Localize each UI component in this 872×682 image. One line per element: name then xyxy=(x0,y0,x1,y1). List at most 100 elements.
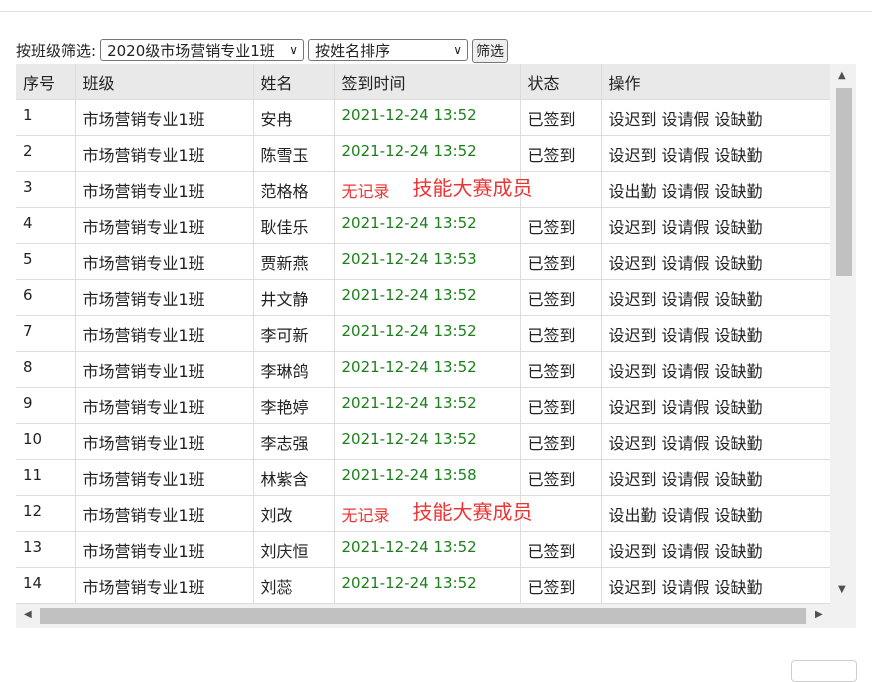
row-class: 市场营销专业1班 xyxy=(75,495,254,532)
action-set-primary[interactable]: 设迟到 xyxy=(609,470,657,489)
action-set-leave[interactable]: 设请假 xyxy=(662,182,710,201)
row-status: 已签到 xyxy=(520,387,602,424)
action-set-leave[interactable]: 设请假 xyxy=(662,110,710,129)
table-row: 6 市场营销专业1班 井文静 2021-12-24 13:52 已签到 设迟到 设请假 设缺勤 xyxy=(16,279,830,316)
row-status: 已签到 xyxy=(520,567,602,604)
action-set-absent[interactable]: 设缺勤 xyxy=(715,290,763,309)
action-set-primary[interactable]: 设迟到 xyxy=(609,290,657,309)
row-status: 已签到 xyxy=(520,315,602,352)
table-header-row: 序号 班级 姓名 签到时间 状态 操作 xyxy=(16,64,830,100)
table-row: 14 市场营销专业1班 刘蕊 2021-12-24 13:52 已签到 设迟到 设请假 设缺勤 xyxy=(16,567,830,604)
action-set-primary[interactable]: 设迟到 xyxy=(609,578,657,597)
action-set-absent[interactable]: 设缺勤 xyxy=(715,254,763,273)
action-set-leave[interactable]: 设请假 xyxy=(662,470,710,489)
scroll-right-arrow-icon[interactable]: ▶ xyxy=(815,609,823,620)
action-set-leave[interactable]: 设请假 xyxy=(662,326,710,345)
action-set-primary[interactable]: 设迟到 xyxy=(609,110,657,129)
row-status: 已签到 xyxy=(520,207,602,244)
action-set-absent[interactable]: 设缺勤 xyxy=(715,506,763,525)
action-set-primary[interactable]: 设迟到 xyxy=(609,146,657,165)
action-set-leave[interactable]: 设请假 xyxy=(662,542,710,561)
header-status: 状态 xyxy=(520,64,602,100)
action-set-leave[interactable]: 设请假 xyxy=(662,290,710,309)
row-class: 市场营销专业1班 xyxy=(75,351,254,388)
action-set-leave[interactable]: 设请假 xyxy=(662,146,710,165)
action-set-absent[interactable]: 设缺勤 xyxy=(715,398,763,417)
action-set-absent[interactable]: 设缺勤 xyxy=(715,470,763,489)
action-set-absent[interactable]: 设缺勤 xyxy=(715,362,763,381)
action-set-absent[interactable]: 设缺勤 xyxy=(715,434,763,453)
action-set-leave[interactable]: 设请假 xyxy=(662,434,710,453)
scroll-up-arrow-icon[interactable]: ▲ xyxy=(838,70,846,81)
row-status: 已签到 xyxy=(520,135,602,172)
action-set-absent[interactable]: 设缺勤 xyxy=(715,578,763,597)
action-set-absent[interactable]: 设缺勤 xyxy=(715,146,763,165)
row-actions: 设迟到 设请假 设缺勤 xyxy=(601,99,830,136)
action-set-primary[interactable]: 设出勤 xyxy=(609,506,657,525)
row-actions: 设迟到 设请假 设缺勤 xyxy=(601,207,830,244)
action-set-primary[interactable]: 设迟到 xyxy=(609,218,657,237)
action-set-primary[interactable]: 设迟到 xyxy=(609,362,657,381)
row-status: 已签到 xyxy=(520,531,602,568)
action-set-absent[interactable]: 设缺勤 xyxy=(715,542,763,561)
row-num: 10 xyxy=(16,423,76,460)
scroll-left-arrow-icon[interactable]: ◀ xyxy=(24,609,32,620)
row-actions: 设迟到 设请假 设缺勤 xyxy=(601,459,830,496)
row-name: 李可新 xyxy=(253,315,335,352)
action-set-absent[interactable]: 设缺勤 xyxy=(715,326,763,345)
action-set-leave[interactable]: 设请假 xyxy=(662,578,710,597)
action-set-primary[interactable]: 设迟到 xyxy=(609,434,657,453)
table-row: 12 市场营销专业1班 刘改 无记录 技能大赛成员 设出勤 设请假 设缺勤 xyxy=(16,495,830,532)
header-actions: 操作 xyxy=(601,64,830,100)
row-status: 已签到 xyxy=(520,351,602,388)
row-actions: 设迟到 设请假 设缺勤 xyxy=(601,531,830,568)
row-name: 刘改 xyxy=(253,495,335,532)
action-set-leave[interactable]: 设请假 xyxy=(662,506,710,525)
scroll-down-arrow-icon[interactable]: ▼ xyxy=(838,584,846,595)
horizontal-scroll-thumb[interactable] xyxy=(40,608,806,624)
row-actions: 设迟到 设请假 设缺勤 xyxy=(601,351,830,388)
action-set-leave[interactable]: 设请假 xyxy=(662,218,710,237)
filter-button[interactable]: 筛选 xyxy=(472,39,509,63)
row-actions: 设迟到 设请假 设缺勤 xyxy=(601,135,830,172)
horizontal-scrollbar[interactable]: ◀ ▶ xyxy=(16,604,856,628)
action-set-leave[interactable]: 设请假 xyxy=(662,362,710,381)
class-select-value: 2020级市场营销专业1班 xyxy=(107,41,275,60)
row-note: 技能大赛成员 xyxy=(412,500,533,524)
row-num: 9 xyxy=(16,387,76,424)
action-set-primary[interactable]: 设迟到 xyxy=(609,326,657,345)
row-class: 市场营销专业1班 xyxy=(75,207,254,244)
bottom-right-button[interactable] xyxy=(791,660,857,682)
row-num: 3 xyxy=(16,171,76,208)
action-set-primary[interactable]: 设迟到 xyxy=(609,398,657,417)
class-select[interactable]: 2020级市场营销专业1班 ∨ xyxy=(100,39,305,61)
table-row: 4 市场营销专业1班 耿佳乐 2021-12-24 13:52 已签到 设迟到 设请假 设缺勤 xyxy=(16,207,830,244)
action-set-absent[interactable]: 设缺勤 xyxy=(715,218,763,237)
row-name: 耿佳乐 xyxy=(253,207,335,244)
row-class: 市场营销专业1班 xyxy=(75,135,254,172)
action-set-primary[interactable]: 设迟到 xyxy=(609,254,657,273)
row-status: 已签到 xyxy=(520,423,602,460)
row-name: 陈雪玉 xyxy=(253,135,335,172)
vertical-scrollbar[interactable]: ▲ ▼ xyxy=(832,64,856,604)
sort-select[interactable]: 按姓名排序 ∨ xyxy=(308,39,469,61)
filter-bar: 按班级筛选: 2020级市场营销专业1班 ∨ 按姓名排序 ∨ 筛选 xyxy=(16,38,509,63)
row-num: 11 xyxy=(16,459,76,496)
row-class: 市场营销专业1班 xyxy=(75,243,254,280)
action-set-absent[interactable]: 设缺勤 xyxy=(715,182,763,201)
action-set-leave[interactable]: 设请假 xyxy=(662,254,710,273)
action-set-primary[interactable]: 设迟到 xyxy=(609,542,657,561)
action-set-primary[interactable]: 设出勤 xyxy=(609,182,657,201)
row-name: 李艳婷 xyxy=(253,387,335,424)
row-num: 7 xyxy=(16,315,76,352)
row-actions: 设迟到 设请假 设缺勤 xyxy=(601,423,830,460)
action-set-leave[interactable]: 设请假 xyxy=(662,398,710,417)
table-row: 2 市场营销专业1班 陈雪玉 2021-12-24 13:52 已签到 设迟到 设请假 设缺勤 xyxy=(16,135,830,172)
table-row: 10 市场营销专业1班 李志强 2021-12-24 13:52 已签到 设迟到 设请假 设缺… xyxy=(16,423,830,460)
row-num: 4 xyxy=(16,207,76,244)
row-time: 2021-12-24 13:52 xyxy=(334,531,521,568)
vertical-scroll-thumb[interactable] xyxy=(836,88,852,276)
row-name: 安冉 xyxy=(253,99,335,136)
row-actions: 设出勤 设请假 设缺勤 xyxy=(601,495,830,532)
action-set-absent[interactable]: 设缺勤 xyxy=(715,110,763,129)
